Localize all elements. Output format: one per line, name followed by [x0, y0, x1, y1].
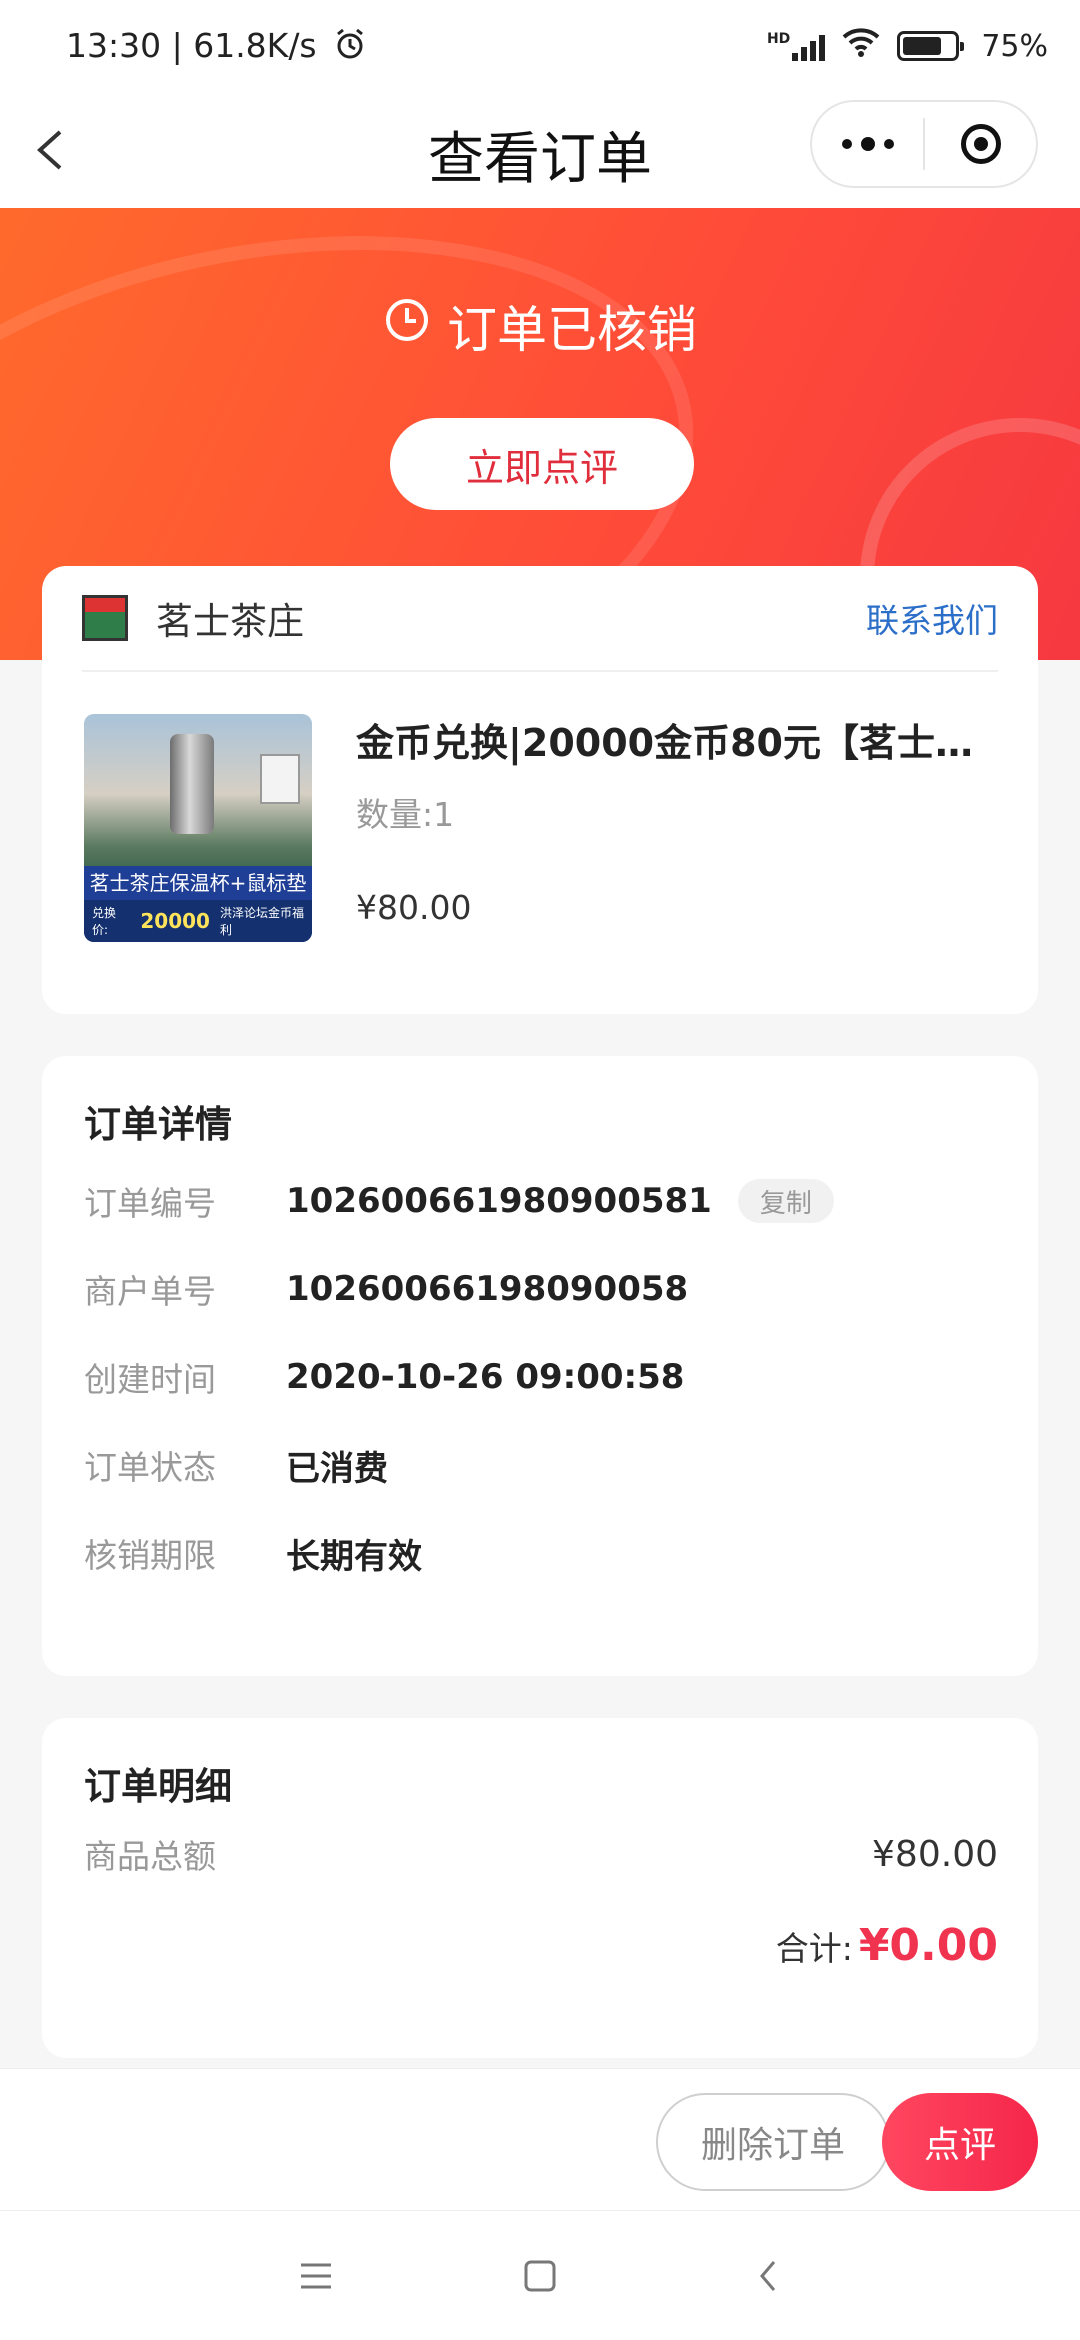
order-summary-title: 订单明细: [84, 1765, 232, 1808]
order-number-value: 102600661980900581: [286, 1181, 712, 1221]
product-price: ¥80.00: [356, 888, 472, 927]
alarm-icon: [333, 27, 367, 69]
close-target-icon: [960, 124, 1001, 164]
shop-logo: [82, 595, 128, 641]
total-label: 合计:: [775, 1929, 853, 1968]
product-image[interactable]: 茗士茶庄保温杯+鼠标垫 兑换价: 20000 洪泽论坛金币福利: [84, 714, 312, 942]
product-image-banner: 茗士茶庄保温杯+鼠标垫: [84, 866, 312, 900]
detail-label: 创建时间: [84, 1360, 216, 1399]
network-type: HD: [766, 31, 791, 47]
detail-label: 核销期限: [84, 1536, 216, 1575]
validity-value: 长期有效: [286, 1536, 422, 1577]
more-dots-icon: [841, 137, 894, 151]
status-indicators: HD 75%: [767, 26, 1048, 66]
image-note: 洪泽论坛金币福利: [219, 906, 304, 937]
order-details-title: 订单详情: [84, 1103, 232, 1146]
review-button[interactable]: 点评: [882, 2093, 1038, 2191]
menu-lines-icon: [301, 2263, 331, 2289]
total-row: 合计: ¥0.00: [776, 1920, 998, 1971]
detail-row-order-number: 订单编号 102600661980900581 复制: [84, 1176, 998, 1226]
product-image-footer: 兑换价: 20000 洪泽论坛金币福利: [84, 900, 312, 942]
bottom-action-bar: 删除订单 点评: [0, 2068, 1080, 2210]
back-chevron-icon: [760, 2261, 776, 2291]
more-button[interactable]: [812, 102, 923, 186]
signal-icon: HD: [766, 31, 826, 61]
contact-us-link[interactable]: 联系我们: [866, 594, 998, 642]
detail-label: 订单编号: [84, 1184, 216, 1223]
status-bar: 13:30 | 61.8K/s HD 75%: [0, 0, 1080, 92]
close-miniprogram-button[interactable]: [925, 102, 1036, 186]
battery-percent: 75%: [981, 28, 1048, 64]
system-back-button[interactable]: [738, 2251, 798, 2301]
miniprogram-capsule: [810, 100, 1038, 188]
recent-apps-button[interactable]: [286, 2251, 346, 2301]
order-summary-card: 订单明细 商品总额 ¥80.00 合计: ¥0.00: [42, 1718, 1038, 2058]
image-price-label: 兑换价:: [92, 906, 117, 937]
order-details-card: 订单详情 订单编号 102600661980900581 复制 商户单号 102…: [42, 1056, 1038, 1676]
order-status-text: 订单已核销: [447, 301, 697, 359]
copy-button[interactable]: 复制: [737, 1179, 834, 1223]
total-value: ¥0.00: [858, 1920, 998, 1971]
order-status: 订单已核销: [0, 290, 1080, 362]
system-navigation-bar: [0, 2210, 1080, 2340]
image-price-value: 20000: [140, 909, 210, 933]
product-title[interactable]: 金币兑换|20000金币80元【茗士茶…: [356, 712, 996, 767]
wifi-icon: [841, 26, 881, 66]
shop-product-card: 茗士茶庄 联系我们 茗士茶庄保温杯+鼠标垫 兑换价: 20000 洪泽论坛金币福…: [42, 566, 1038, 1014]
time-speed-text: 13:30 | 61.8K/s: [66, 26, 317, 65]
merchant-number-value: 10260066198090058: [286, 1269, 689, 1309]
delete-order-button[interactable]: 删除订单: [656, 2093, 890, 2191]
detail-label: 订单状态: [84, 1448, 216, 1487]
created-time-value: 2020-10-26 09:00:58: [286, 1357, 685, 1397]
review-now-button[interactable]: 立即点评: [390, 418, 694, 510]
battery-icon: [897, 31, 965, 61]
product-thumbnail-screen: [260, 754, 300, 804]
home-button[interactable]: [510, 2251, 570, 2301]
battery-level: [903, 37, 942, 55]
detail-row-order-status: 订单状态 已消费: [84, 1440, 998, 1490]
square-home-icon: [524, 2260, 556, 2292]
detail-label: 商户单号: [84, 1272, 216, 1311]
detail-row-merchant-number: 商户单号 10260066198090058: [84, 1264, 998, 1314]
goods-total-label: 商品总额: [84, 1837, 216, 1876]
detail-row-created-time: 创建时间 2020-10-26 09:00:58: [84, 1352, 998, 1402]
navigation-bar: 查看订单: [0, 92, 1080, 208]
goods-total-row: 商品总额 ¥80.00: [84, 1830, 998, 1878]
status-time: 13:30 | 61.8K/s: [66, 26, 367, 69]
thermos-image: [170, 734, 214, 834]
product-quantity: 数量:1: [356, 795, 455, 834]
detail-row-validity: 核销期限 长期有效: [84, 1528, 998, 1578]
order-status-value: 已消费: [286, 1448, 388, 1489]
shop-header: 茗士茶庄 联系我们: [82, 566, 998, 672]
clock-icon: [383, 296, 431, 356]
goods-total-value: ¥80.00: [872, 1833, 998, 1875]
shop-name[interactable]: 茗士茶庄: [156, 591, 304, 645]
